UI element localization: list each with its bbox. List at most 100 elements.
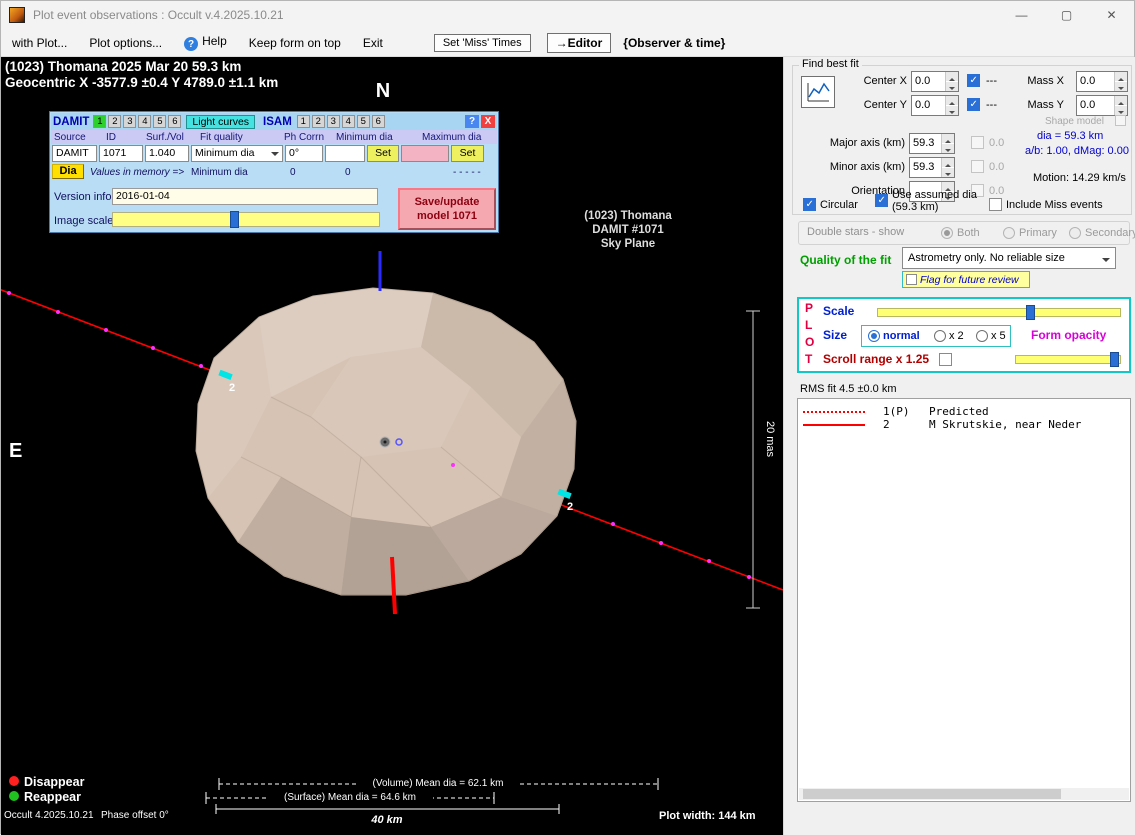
use-assumed-checkbox[interactable] (875, 194, 888, 207)
minimum-dia-cell[interactable] (325, 145, 365, 162)
menu-keep-on-top[interactable]: Keep form on top (238, 36, 352, 50)
minor-axis-spinner[interactable]: 59.3 (909, 157, 955, 178)
image-scale-slider-thumb[interactable] (230, 211, 239, 228)
compass-north-label: N (376, 80, 390, 102)
minimize-button[interactable]: — (999, 1, 1044, 29)
damit-tab-6[interactable]: 6 (168, 115, 181, 128)
isam-tab-4[interactable]: 4 (342, 115, 355, 128)
double-primary-radio[interactable] (1003, 227, 1015, 239)
flag-review-label: Flag for future review (920, 274, 1019, 286)
mass-y-spinner[interactable]: 0.0 (1076, 95, 1128, 116)
double-both-radio[interactable] (941, 227, 953, 239)
close-button[interactable]: ✕ (1089, 1, 1134, 29)
shape-model-checkbox[interactable] (1115, 115, 1126, 126)
scroll-range-label: Scroll range x 1.25 (823, 352, 929, 366)
col-source: Source (54, 132, 86, 143)
double-primary-label: Primary (1019, 227, 1057, 239)
size-x2-radio[interactable] (934, 330, 946, 342)
quality-dropdown[interactable]: Astrometry only. No reliable size (902, 247, 1116, 269)
menu-exit[interactable]: Exit (352, 36, 394, 50)
center-x-label: Center X (845, 75, 907, 87)
app-icon (9, 7, 25, 23)
canvas-title: (1023) Thomana 2025 Mar 20 59.3 km (5, 59, 241, 74)
center-y-spinner[interactable]: 0.0 (911, 95, 959, 116)
size-radio-group: normal x 2 x 5 (861, 325, 1011, 347)
major-axis-checkbox[interactable] (971, 136, 984, 149)
title-bar: Plot event observations : Occult v.4.202… (1, 1, 1134, 29)
damit-tab-3[interactable]: 3 (123, 115, 136, 128)
set-maximum-button[interactable]: Set (451, 145, 484, 162)
center-x-spinner[interactable]: 0.0 (911, 71, 959, 92)
list-horizontal-scrollbar[interactable] (799, 788, 1129, 800)
damit-close-button[interactable]: X (481, 115, 495, 128)
editor-button[interactable]: →Editor (547, 33, 612, 53)
isam-tab-1[interactable]: 1 (297, 115, 310, 128)
center-x-checkbox[interactable] (967, 74, 980, 87)
isam-tab-6[interactable]: 6 (372, 115, 385, 128)
form-opacity-slider[interactable] (1015, 355, 1121, 364)
include-miss-checkbox[interactable] (989, 198, 1002, 211)
circular-checkbox[interactable] (803, 198, 816, 211)
list-item[interactable]: 1(P) Predicted (803, 405, 1128, 418)
scale-slider[interactable] (877, 308, 1121, 317)
set-minimum-button[interactable]: Set (367, 145, 399, 162)
maximum-dia-cell[interactable] (401, 145, 449, 162)
mass-x-spinner[interactable]: 0.0 (1076, 71, 1128, 92)
observation-name: Predicted (929, 405, 989, 418)
isam-tab-2[interactable]: 2 (312, 115, 325, 128)
flag-review-checkbox[interactable] (906, 274, 917, 285)
damit-panel-titlebar: DAMIT 1 2 3 4 5 6 Light curves ISAM 1 2 … (51, 113, 497, 130)
isam-tab-5[interactable]: 5 (357, 115, 370, 128)
light-curves-button[interactable]: Light curves (186, 115, 255, 129)
major-axis-alt: 0.0 (989, 137, 1004, 149)
isam-label: ISAM (263, 116, 292, 128)
save-update-model-button[interactable]: Save/updatemodel 1071 (398, 188, 496, 230)
sky-plane-canvas[interactable]: 2 2 (1023) Thomana 2025 Mar 20 59.3 km G… (1, 57, 783, 835)
mass-x-label: Mass X (1018, 75, 1064, 87)
motion-label: Motion: 14.29 km/s (1033, 172, 1126, 184)
dia-button[interactable]: Dia (52, 164, 84, 179)
damit-tab-2[interactable]: 2 (108, 115, 121, 128)
status-version: Occult 4.2025.10.21 (4, 810, 94, 821)
list-item[interactable]: 2 M Skrutskie, near Neder (803, 418, 1128, 431)
damit-help-button[interactable]: ? (465, 115, 479, 128)
rms-fit-label: RMS fit 4.5 ±0.0 km (800, 383, 897, 395)
scrollbar-thumb[interactable] (803, 789, 1061, 799)
plot-letter-l: L (805, 318, 812, 332)
set-miss-times-button[interactable]: Set 'Miss' Times (434, 34, 531, 52)
angular-scale-label: 20 mas (764, 421, 776, 458)
damit-tab-1[interactable]: 1 (93, 115, 106, 128)
form-opacity-slider-thumb[interactable] (1110, 352, 1119, 367)
double-secondary-radio[interactable] (1069, 227, 1081, 239)
predicted-line-icon (803, 411, 865, 413)
scale-slider-thumb[interactable] (1026, 305, 1035, 320)
right-panel: Find best fit Center X 0.0 --- Mass X 0.… (783, 57, 1135, 835)
id-cell[interactable]: 1071 (99, 145, 143, 162)
damit-tab-4[interactable]: 4 (138, 115, 151, 128)
size-label: Size (823, 328, 847, 342)
damit-panel[interactable]: DAMIT 1 2 3 4 5 6 Light curves ISAM 1 2 … (49, 111, 499, 233)
observations-list[interactable]: 1(P) Predicted 2 M Skrutskie, near Neder (797, 398, 1131, 802)
menu-with-plot[interactable]: with Plot... (1, 36, 78, 50)
menu-plot-options[interactable]: Plot options... (78, 36, 173, 50)
observed-line-icon (803, 424, 865, 426)
volume-mean-dia-label: (Volume) Mean dia = 62.1 km (373, 778, 504, 789)
major-axis-spinner[interactable]: 59.3 (909, 133, 955, 154)
legend-reappear: Reappear (24, 790, 81, 804)
size-normal-radio[interactable] (868, 330, 880, 342)
isam-tab-3[interactable]: 3 (327, 115, 340, 128)
image-scale-slider[interactable] (112, 212, 380, 227)
best-fit-chart-button[interactable] (801, 76, 835, 108)
scroll-range-checkbox[interactable] (939, 353, 952, 366)
flag-review-box[interactable]: Flag for future review (902, 271, 1030, 288)
center-y-checkbox[interactable] (967, 98, 980, 111)
ph-corrn-cell[interactable]: 0° (285, 145, 323, 162)
damit-tab-5[interactable]: 5 (153, 115, 166, 128)
menu-help[interactable]: ?Help (173, 34, 238, 52)
maximize-button[interactable]: ▢ (1044, 1, 1089, 29)
size-x2-label: x 2 (949, 330, 964, 342)
minor-axis-checkbox[interactable] (971, 160, 984, 173)
fit-quality-dropdown[interactable]: Minimum dia (191, 145, 283, 162)
observer-time-label[interactable]: {Observer & time} (623, 36, 725, 50)
size-x5-radio[interactable] (976, 330, 988, 342)
